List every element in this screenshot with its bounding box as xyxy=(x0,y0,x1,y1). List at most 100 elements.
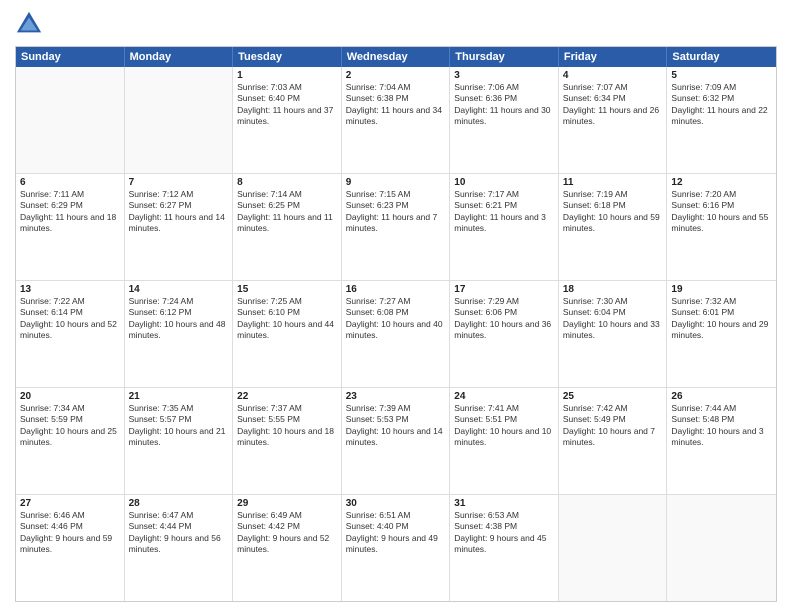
calendar: SundayMondayTuesdayWednesdayThursdayFrid… xyxy=(15,46,777,602)
day-number: 19 xyxy=(671,284,772,295)
cell-info: Sunrise: 7:24 AM Sunset: 6:12 PM Dayligh… xyxy=(129,296,229,342)
day-number: 21 xyxy=(129,391,229,402)
cell-info: Sunrise: 6:53 AM Sunset: 4:38 PM Dayligh… xyxy=(454,510,554,556)
calendar-cell: 3Sunrise: 7:06 AM Sunset: 6:36 PM Daylig… xyxy=(450,67,559,173)
day-number: 30 xyxy=(346,498,446,509)
day-number: 25 xyxy=(563,391,663,402)
calendar-row: 20Sunrise: 7:34 AM Sunset: 5:59 PM Dayli… xyxy=(16,388,776,495)
cell-info: Sunrise: 7:03 AM Sunset: 6:40 PM Dayligh… xyxy=(237,82,337,128)
logo-icon xyxy=(15,10,43,38)
day-number: 29 xyxy=(237,498,337,509)
calendar-cell: 23Sunrise: 7:39 AM Sunset: 5:53 PM Dayli… xyxy=(342,388,451,494)
day-number: 11 xyxy=(563,177,663,188)
day-number: 13 xyxy=(20,284,120,295)
cell-info: Sunrise: 7:25 AM Sunset: 6:10 PM Dayligh… xyxy=(237,296,337,342)
day-number: 26 xyxy=(671,391,772,402)
cell-info: Sunrise: 7:15 AM Sunset: 6:23 PM Dayligh… xyxy=(346,189,446,235)
day-number: 8 xyxy=(237,177,337,188)
calendar-cell: 13Sunrise: 7:22 AM Sunset: 6:14 PM Dayli… xyxy=(16,281,125,387)
cell-info: Sunrise: 7:12 AM Sunset: 6:27 PM Dayligh… xyxy=(129,189,229,235)
cell-info: Sunrise: 7:09 AM Sunset: 6:32 PM Dayligh… xyxy=(671,82,772,128)
day-number: 20 xyxy=(20,391,120,402)
calendar-cell: 1Sunrise: 7:03 AM Sunset: 6:40 PM Daylig… xyxy=(233,67,342,173)
calendar-cell: 8Sunrise: 7:14 AM Sunset: 6:25 PM Daylig… xyxy=(233,174,342,280)
day-number: 2 xyxy=(346,70,446,81)
weekday-header: Sunday xyxy=(16,47,125,67)
logo xyxy=(15,10,47,38)
calendar-cell xyxy=(559,495,668,601)
cell-info: Sunrise: 7:37 AM Sunset: 5:55 PM Dayligh… xyxy=(237,403,337,449)
calendar-row: 13Sunrise: 7:22 AM Sunset: 6:14 PM Dayli… xyxy=(16,281,776,388)
day-number: 28 xyxy=(129,498,229,509)
calendar-cell: 12Sunrise: 7:20 AM Sunset: 6:16 PM Dayli… xyxy=(667,174,776,280)
cell-info: Sunrise: 7:07 AM Sunset: 6:34 PM Dayligh… xyxy=(563,82,663,128)
cell-info: Sunrise: 7:34 AM Sunset: 5:59 PM Dayligh… xyxy=(20,403,120,449)
calendar-cell: 21Sunrise: 7:35 AM Sunset: 5:57 PM Dayli… xyxy=(125,388,234,494)
day-number: 9 xyxy=(346,177,446,188)
calendar-cell: 17Sunrise: 7:29 AM Sunset: 6:06 PM Dayli… xyxy=(450,281,559,387)
day-number: 10 xyxy=(454,177,554,188)
calendar-cell: 29Sunrise: 6:49 AM Sunset: 4:42 PM Dayli… xyxy=(233,495,342,601)
calendar-cell: 19Sunrise: 7:32 AM Sunset: 6:01 PM Dayli… xyxy=(667,281,776,387)
day-number: 5 xyxy=(671,70,772,81)
day-number: 18 xyxy=(563,284,663,295)
calendar-cell: 20Sunrise: 7:34 AM Sunset: 5:59 PM Dayli… xyxy=(16,388,125,494)
calendar-cell: 5Sunrise: 7:09 AM Sunset: 6:32 PM Daylig… xyxy=(667,67,776,173)
day-number: 31 xyxy=(454,498,554,509)
cell-info: Sunrise: 7:32 AM Sunset: 6:01 PM Dayligh… xyxy=(671,296,772,342)
weekday-header: Wednesday xyxy=(342,47,451,67)
day-number: 3 xyxy=(454,70,554,81)
day-number: 23 xyxy=(346,391,446,402)
weekday-header: Tuesday xyxy=(233,47,342,67)
day-number: 27 xyxy=(20,498,120,509)
cell-info: Sunrise: 6:49 AM Sunset: 4:42 PM Dayligh… xyxy=(237,510,337,556)
cell-info: Sunrise: 7:20 AM Sunset: 6:16 PM Dayligh… xyxy=(671,189,772,235)
calendar-cell: 14Sunrise: 7:24 AM Sunset: 6:12 PM Dayli… xyxy=(125,281,234,387)
calendar-body: 1Sunrise: 7:03 AM Sunset: 6:40 PM Daylig… xyxy=(16,67,776,601)
calendar-row: 1Sunrise: 7:03 AM Sunset: 6:40 PM Daylig… xyxy=(16,67,776,174)
calendar-header: SundayMondayTuesdayWednesdayThursdayFrid… xyxy=(16,47,776,67)
calendar-cell: 22Sunrise: 7:37 AM Sunset: 5:55 PM Dayli… xyxy=(233,388,342,494)
day-number: 14 xyxy=(129,284,229,295)
cell-info: Sunrise: 7:44 AM Sunset: 5:48 PM Dayligh… xyxy=(671,403,772,449)
weekday-header: Friday xyxy=(559,47,668,67)
cell-info: Sunrise: 7:14 AM Sunset: 6:25 PM Dayligh… xyxy=(237,189,337,235)
calendar-row: 27Sunrise: 6:46 AM Sunset: 4:46 PM Dayli… xyxy=(16,495,776,601)
calendar-cell xyxy=(16,67,125,173)
calendar-cell: 15Sunrise: 7:25 AM Sunset: 6:10 PM Dayli… xyxy=(233,281,342,387)
weekday-header: Thursday xyxy=(450,47,559,67)
calendar-cell: 25Sunrise: 7:42 AM Sunset: 5:49 PM Dayli… xyxy=(559,388,668,494)
calendar-cell: 30Sunrise: 6:51 AM Sunset: 4:40 PM Dayli… xyxy=(342,495,451,601)
cell-info: Sunrise: 7:11 AM Sunset: 6:29 PM Dayligh… xyxy=(20,189,120,235)
page: SundayMondayTuesdayWednesdayThursdayFrid… xyxy=(0,0,792,612)
calendar-cell xyxy=(667,495,776,601)
calendar-cell xyxy=(125,67,234,173)
calendar-cell: 18Sunrise: 7:30 AM Sunset: 6:04 PM Dayli… xyxy=(559,281,668,387)
cell-info: Sunrise: 7:04 AM Sunset: 6:38 PM Dayligh… xyxy=(346,82,446,128)
cell-info: Sunrise: 6:51 AM Sunset: 4:40 PM Dayligh… xyxy=(346,510,446,556)
calendar-row: 6Sunrise: 7:11 AM Sunset: 6:29 PM Daylig… xyxy=(16,174,776,281)
calendar-cell: 31Sunrise: 6:53 AM Sunset: 4:38 PM Dayli… xyxy=(450,495,559,601)
cell-info: Sunrise: 7:30 AM Sunset: 6:04 PM Dayligh… xyxy=(563,296,663,342)
calendar-cell: 2Sunrise: 7:04 AM Sunset: 6:38 PM Daylig… xyxy=(342,67,451,173)
day-number: 12 xyxy=(671,177,772,188)
cell-info: Sunrise: 7:22 AM Sunset: 6:14 PM Dayligh… xyxy=(20,296,120,342)
cell-info: Sunrise: 7:06 AM Sunset: 6:36 PM Dayligh… xyxy=(454,82,554,128)
calendar-cell: 26Sunrise: 7:44 AM Sunset: 5:48 PM Dayli… xyxy=(667,388,776,494)
day-number: 15 xyxy=(237,284,337,295)
calendar-cell: 27Sunrise: 6:46 AM Sunset: 4:46 PM Dayli… xyxy=(16,495,125,601)
cell-info: Sunrise: 6:46 AM Sunset: 4:46 PM Dayligh… xyxy=(20,510,120,556)
cell-info: Sunrise: 7:27 AM Sunset: 6:08 PM Dayligh… xyxy=(346,296,446,342)
calendar-cell: 16Sunrise: 7:27 AM Sunset: 6:08 PM Dayli… xyxy=(342,281,451,387)
day-number: 7 xyxy=(129,177,229,188)
day-number: 24 xyxy=(454,391,554,402)
calendar-cell: 10Sunrise: 7:17 AM Sunset: 6:21 PM Dayli… xyxy=(450,174,559,280)
calendar-cell: 28Sunrise: 6:47 AM Sunset: 4:44 PM Dayli… xyxy=(125,495,234,601)
day-number: 16 xyxy=(346,284,446,295)
cell-info: Sunrise: 6:47 AM Sunset: 4:44 PM Dayligh… xyxy=(129,510,229,556)
calendar-cell: 11Sunrise: 7:19 AM Sunset: 6:18 PM Dayli… xyxy=(559,174,668,280)
calendar-cell: 24Sunrise: 7:41 AM Sunset: 5:51 PM Dayli… xyxy=(450,388,559,494)
header xyxy=(15,10,777,38)
cell-info: Sunrise: 7:17 AM Sunset: 6:21 PM Dayligh… xyxy=(454,189,554,235)
cell-info: Sunrise: 7:35 AM Sunset: 5:57 PM Dayligh… xyxy=(129,403,229,449)
